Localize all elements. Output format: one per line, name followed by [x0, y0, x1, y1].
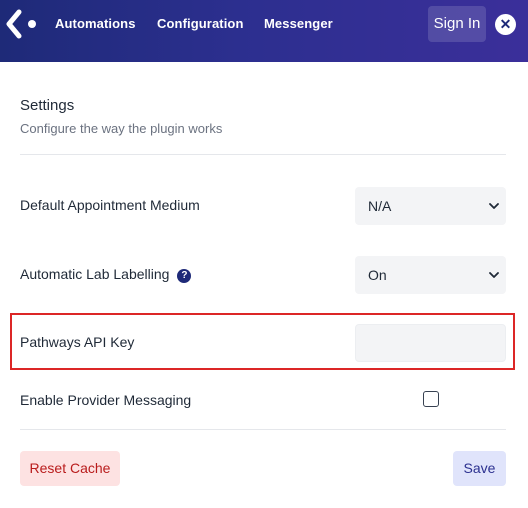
- nav-automations[interactable]: Automations: [55, 16, 136, 31]
- chevron-down-icon: [489, 272, 499, 278]
- provider-messaging-label: Enable Provider Messaging: [20, 392, 192, 408]
- nav-messenger[interactable]: Messenger: [264, 16, 333, 31]
- question-mark-icon[interactable]: ?: [177, 269, 192, 283]
- page-subtitle: Configure the way the plugin works: [20, 121, 223, 136]
- appointment-medium-value: N/A: [368, 198, 392, 214]
- top-navbar: Automations Configuration Messenger Sign…: [0, 0, 528, 62]
- lab-labelling-select[interactable]: On: [355, 256, 506, 294]
- sign-in-button[interactable]: Sign In: [428, 6, 486, 42]
- lab-labelling-value: On: [368, 267, 387, 283]
- appointment-medium-label: Default Appointment Medium: [20, 197, 200, 213]
- lab-labelling-label-row: Automatic Lab Labelling?: [20, 266, 192, 283]
- pathways-api-key-input[interactable]: [355, 324, 506, 362]
- pathways-api-key-label: Pathways API Key: [20, 334, 135, 350]
- provider-messaging-checkbox[interactable]: [423, 391, 439, 407]
- footer-divider: [20, 429, 506, 430]
- save-button[interactable]: Save: [453, 451, 506, 486]
- page-title: Settings: [20, 97, 75, 114]
- reset-cache-button[interactable]: Reset Cache: [20, 451, 120, 486]
- logo-icon[interactable]: [5, 9, 37, 39]
- header-divider: [20, 154, 506, 155]
- lab-labelling-label: Automatic Lab Labelling: [20, 266, 170, 282]
- appointment-medium-select[interactable]: N/A: [355, 187, 506, 225]
- chevron-down-icon: [489, 203, 499, 209]
- close-icon[interactable]: ✕: [495, 14, 516, 35]
- nav-configuration[interactable]: Configuration: [157, 16, 244, 31]
